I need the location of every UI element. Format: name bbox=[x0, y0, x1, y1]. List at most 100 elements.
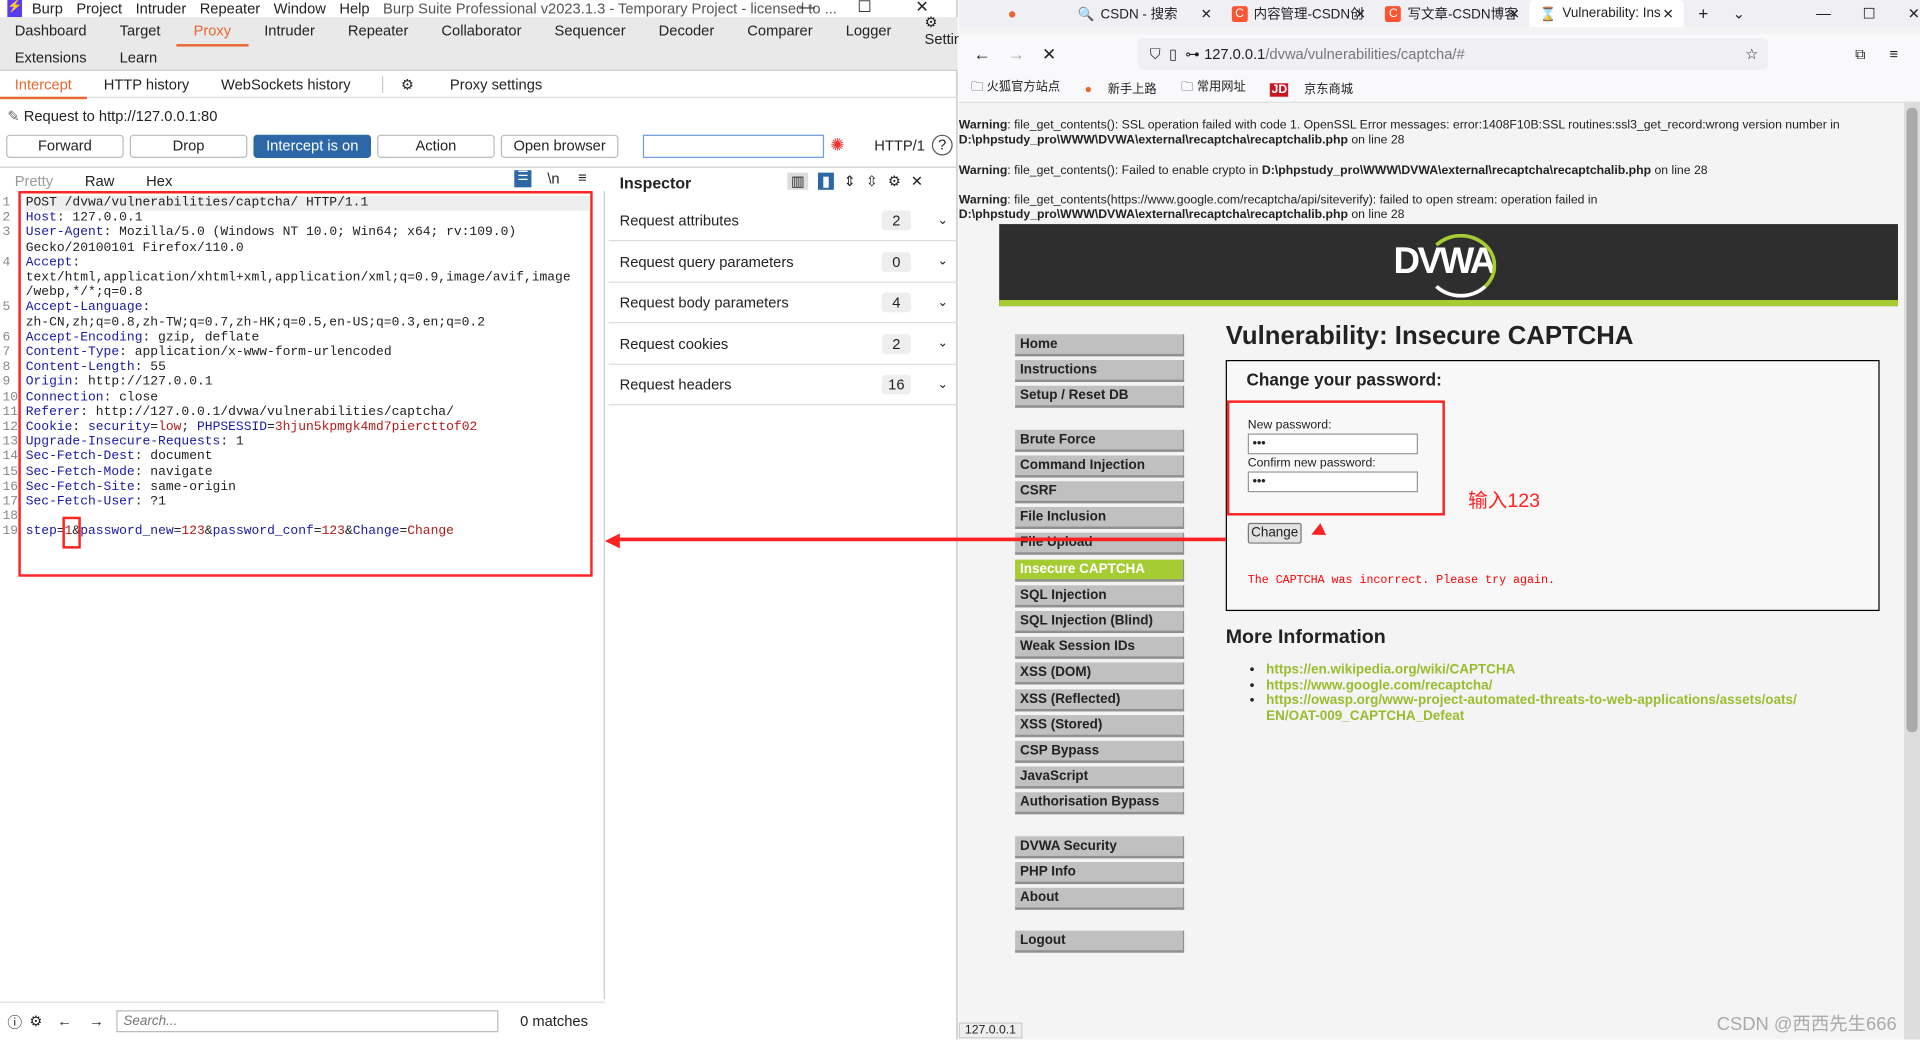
menu-item-setup-reset-db[interactable]: Setup / Reset DB bbox=[1015, 386, 1185, 409]
tab-comparer[interactable]: Comparer bbox=[747, 22, 812, 39]
tab-extensions[interactable]: Extensions bbox=[15, 49, 87, 66]
http-version[interactable]: HTTP/1 bbox=[874, 137, 925, 154]
maximize-button[interactable]: ☐ bbox=[842, 0, 886, 17]
menu-item-home[interactable]: Home bbox=[1015, 334, 1185, 357]
forward-button[interactable]: Forward bbox=[6, 134, 124, 158]
intercept-toggle[interactable]: Intercept is on bbox=[253, 134, 372, 158]
menu-item-logout[interactable]: Logout bbox=[1015, 930, 1185, 953]
intercept-search-input[interactable] bbox=[642, 134, 825, 158]
message-actions-icon[interactable]: ☰ bbox=[514, 170, 532, 188]
tab-raw[interactable]: Raw bbox=[85, 173, 114, 190]
close-button[interactable]: ✕ bbox=[1908, 5, 1920, 22]
menu-item-authorisation-bypass[interactable]: Authorisation Bypass bbox=[1015, 792, 1185, 815]
menu-item-xss-stored-[interactable]: XSS (Stored) bbox=[1015, 714, 1185, 737]
menu-item-file-inclusion[interactable]: File Inclusion bbox=[1015, 507, 1185, 530]
menu-icon[interactable]: ≡ bbox=[578, 169, 587, 186]
gear-icon[interactable]: ⚙ bbox=[29, 1013, 42, 1030]
chevron-down-icon[interactable]: ⌄ bbox=[937, 378, 947, 391]
stop-icon[interactable]: ✕ bbox=[1042, 43, 1056, 64]
menu-repeater[interactable]: Repeater bbox=[200, 0, 260, 17]
maximize-button[interactable]: ☐ bbox=[1863, 5, 1876, 22]
menu-intruder[interactable]: Intruder bbox=[136, 0, 187, 17]
tab-proxy[interactable]: Proxy bbox=[176, 22, 248, 47]
menu-item-sql-injection-blind-[interactable]: SQL Injection (Blind) bbox=[1015, 611, 1185, 634]
tab-list-icon[interactable]: ⌄ bbox=[1733, 5, 1745, 22]
new-tab-button[interactable]: + bbox=[1698, 4, 1708, 24]
tab-intruder[interactable]: Intruder bbox=[264, 22, 315, 39]
search-input[interactable] bbox=[116, 1010, 499, 1033]
newline-toggle[interactable]: \n bbox=[547, 170, 559, 187]
tab-intercept[interactable]: Intercept bbox=[0, 75, 87, 99]
tab-hex[interactable]: Hex bbox=[146, 173, 172, 190]
browser-tab-active[interactable]: ⌛ Vulnerability: Ins ✕ bbox=[1529, 0, 1684, 27]
scrollbar-thumb[interactable] bbox=[1906, 107, 1918, 733]
tab-websockets-history[interactable]: WebSockets history bbox=[221, 75, 351, 92]
browser-tab[interactable]: 🔍 CSDN - 搜索 ✕ bbox=[1068, 0, 1222, 27]
menu-item-sql-injection[interactable]: SQL Injection bbox=[1015, 585, 1185, 608]
menu-help[interactable]: Help bbox=[339, 0, 369, 17]
forward-arrow-icon[interactable]: → bbox=[89, 1013, 104, 1030]
menu-item-xss-dom-[interactable]: XSS (DOM) bbox=[1015, 662, 1185, 685]
inspector-row[interactable]: Request query parameters 0 ⌄ bbox=[608, 242, 958, 283]
back-arrow-icon[interactable]: ← bbox=[57, 1013, 72, 1030]
firefox-icon[interactable]: ● bbox=[959, 5, 1068, 22]
bookmark-item[interactable]: JD 京东商城 bbox=[1270, 78, 1365, 97]
highlight-icon[interactable]: ✺ bbox=[830, 135, 844, 156]
menu-window[interactable]: Window bbox=[274, 0, 326, 17]
menu-item-csp-bypass[interactable]: CSP Bypass bbox=[1015, 740, 1185, 763]
menu-item-insecure-captcha[interactable]: Insecure CAPTCHA bbox=[1015, 559, 1185, 582]
menu-item-xss-reflected-[interactable]: XSS (Reflected) bbox=[1015, 688, 1185, 711]
back-icon[interactable]: ← bbox=[973, 44, 990, 64]
help-icon[interactable]: ⓘ bbox=[7, 1011, 22, 1032]
tab-pretty[interactable]: Pretty bbox=[15, 173, 53, 190]
open-browser-button[interactable]: Open browser bbox=[500, 134, 619, 158]
menu-item-command-injection[interactable]: Command Injection bbox=[1015, 455, 1185, 478]
forward-icon[interactable]: → bbox=[1008, 44, 1025, 64]
extensions-icon[interactable]: ⧉ bbox=[1855, 45, 1866, 63]
inspector-row[interactable]: Request body parameters 4 ⌄ bbox=[608, 283, 958, 324]
gear-icon[interactable]: ⚙ bbox=[888, 173, 901, 190]
menu-item-php-info[interactable]: PHP Info bbox=[1015, 861, 1185, 884]
app-menu-icon[interactable]: ≡ bbox=[1889, 45, 1898, 62]
menu-item-weak-session-ids[interactable]: Weak Session IDs bbox=[1015, 636, 1185, 660]
menu-item-instructions[interactable]: Instructions bbox=[1015, 360, 1185, 383]
minimize-button[interactable]: — bbox=[785, 0, 829, 17]
tab-http-history[interactable]: HTTP history bbox=[104, 75, 189, 92]
bookmark-star-icon[interactable]: ☆ bbox=[1745, 45, 1758, 62]
link-owasp[interactable]: https://owasp.org/www-project-automated-… bbox=[1266, 693, 1797, 723]
menu-item-csrf[interactable]: CSRF bbox=[1015, 481, 1185, 504]
link-recaptcha[interactable]: https://www.google.com/recaptcha/ bbox=[1266, 678, 1492, 693]
proxy-settings-button[interactable]: ⚙ Proxy settings bbox=[401, 75, 574, 92]
change-button[interactable]: Change bbox=[1247, 522, 1302, 544]
close-icon[interactable]: ✕ bbox=[1355, 6, 1366, 22]
inspector-row[interactable]: Request attributes 2 ⌄ bbox=[608, 201, 958, 242]
menu-item-brute-force[interactable]: Brute Force bbox=[1015, 429, 1185, 452]
chevron-down-icon[interactable]: ⌄ bbox=[937, 214, 947, 227]
chevron-down-icon[interactable]: ⌄ bbox=[937, 255, 947, 268]
browser-tab[interactable]: C 内容管理-CSDN创 ✕ bbox=[1222, 0, 1376, 27]
inspector-row[interactable]: Request cookies 2 ⌄ bbox=[608, 324, 958, 365]
inspector-row[interactable]: Request headers 16 ⌄ bbox=[608, 365, 958, 406]
browser-tab[interactable]: C 写文章-CSDN博客 ✕ bbox=[1376, 0, 1530, 27]
close-icon[interactable]: ✕ bbox=[911, 173, 923, 190]
tab-dashboard[interactable]: Dashboard bbox=[15, 22, 87, 39]
collapse-all-icon[interactable]: ⇳ bbox=[866, 173, 878, 190]
close-icon[interactable]: ✕ bbox=[1509, 6, 1520, 22]
scrollbar[interactable] bbox=[1904, 102, 1920, 1040]
layout-vertical-icon[interactable]: ▮ bbox=[818, 172, 834, 190]
menu-item-javascript[interactable]: JavaScript bbox=[1015, 766, 1185, 789]
tab-decoder[interactable]: Decoder bbox=[659, 22, 715, 39]
menu-item-dvwa-security[interactable]: DVWA Security bbox=[1015, 835, 1185, 858]
drop-button[interactable]: Drop bbox=[129, 134, 248, 158]
link-wikipedia[interactable]: https://en.wikipedia.org/wiki/CAPTCHA bbox=[1266, 662, 1515, 677]
chevron-down-icon[interactable]: ⌄ bbox=[937, 337, 947, 350]
bookmark-item[interactable]: 🗀 常用网址 bbox=[1181, 76, 1258, 99]
menu-project[interactable]: Project bbox=[76, 0, 122, 17]
bookmark-item[interactable]: 🗀 火狐官方站点 bbox=[971, 76, 1072, 99]
tab-learn[interactable]: Learn bbox=[120, 49, 158, 66]
chevron-down-icon[interactable]: ⌄ bbox=[937, 296, 947, 309]
minimize-button[interactable]: — bbox=[1816, 5, 1831, 22]
tab-repeater[interactable]: Repeater bbox=[348, 22, 408, 39]
close-icon[interactable]: ✕ bbox=[1201, 6, 1212, 22]
tab-sequencer[interactable]: Sequencer bbox=[555, 22, 626, 39]
